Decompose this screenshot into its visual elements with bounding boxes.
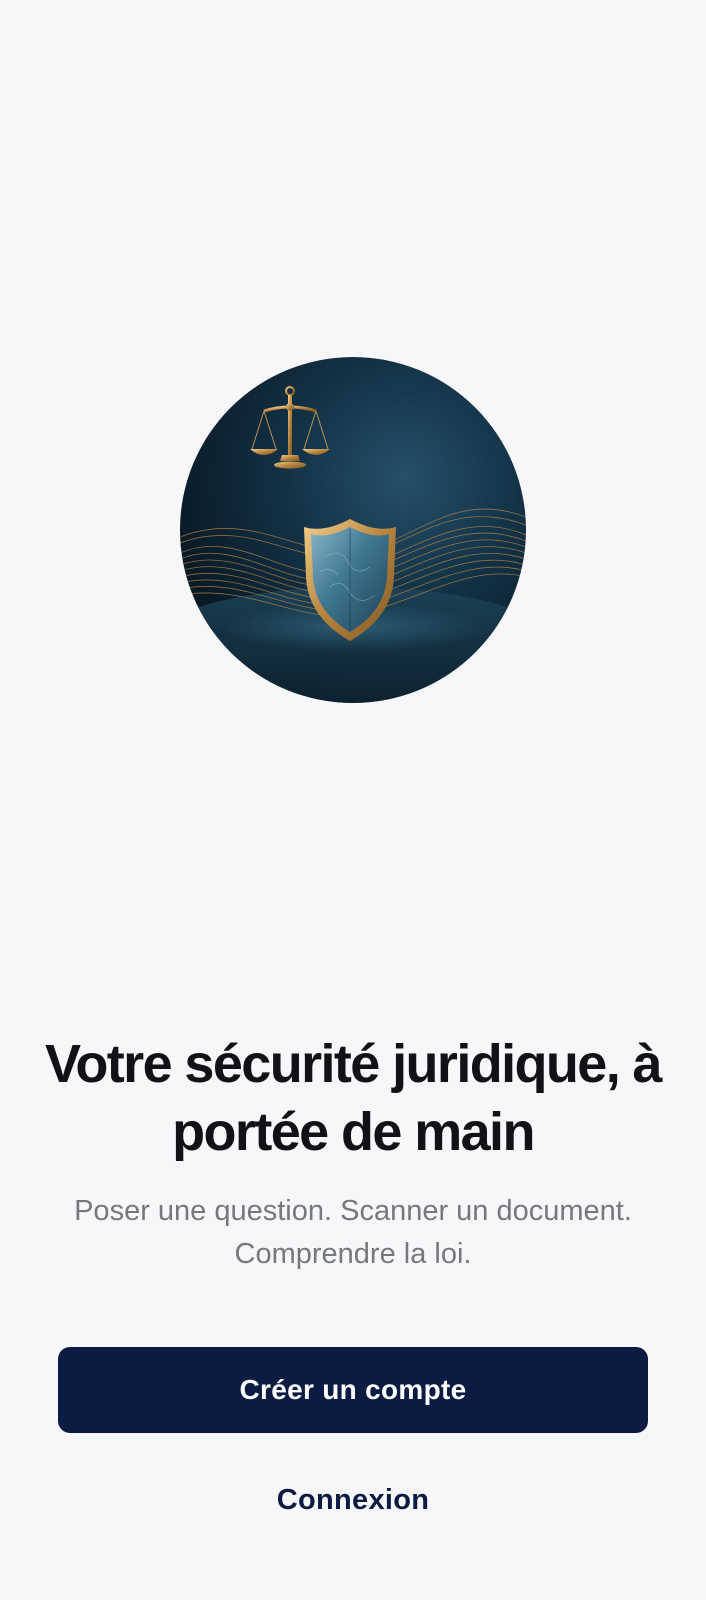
- subtitle: Poser une question. Scanner un document.…: [74, 1195, 632, 1270]
- welcome-screen: Votre sécurité juridique, à portée de ma…: [0, 0, 706, 1600]
- login-button[interactable]: Connexion: [203, 1476, 503, 1524]
- create-account-button[interactable]: Créer un compte: [58, 1347, 648, 1433]
- hero-illustration: [180, 357, 526, 703]
- headline: Votre sécurité juridique, à portée de ma…: [45, 1034, 663, 1162]
- justice-shield-image: [180, 357, 526, 703]
